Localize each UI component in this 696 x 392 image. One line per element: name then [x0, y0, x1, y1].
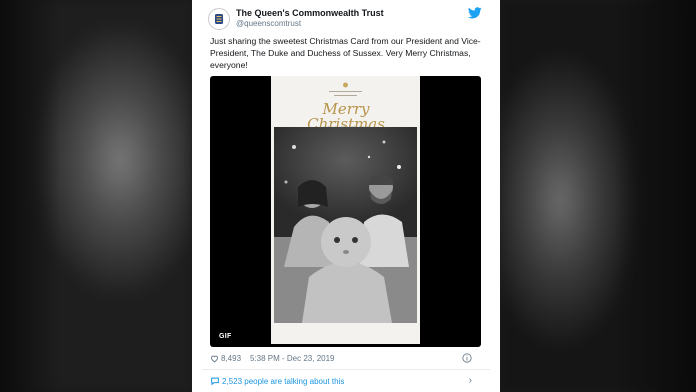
background-vignette-left: [0, 0, 60, 392]
divider: [202, 369, 490, 370]
background-vignette-right: [616, 0, 696, 392]
crest-logo-icon: [215, 14, 223, 24]
account-avatar[interactable]: [208, 8, 230, 30]
christmas-card-image: Merry Christmas AND A HAPPY NEW YEAR: [271, 76, 420, 344]
info-icon[interactable]: [462, 353, 472, 365]
family-photo: [274, 127, 417, 323]
conversation-link[interactable]: 2,523 people are talking about this ›: [210, 375, 482, 387]
twitter-bird-icon[interactable]: [468, 7, 482, 19]
chevron-right-icon: ›: [468, 375, 472, 386]
tweet-meta-row: 8,493 5:38 PM - Dec 23, 2019: [210, 353, 482, 365]
heart-icon[interactable]: [210, 354, 219, 365]
tweet-text: Just sharing the sweetest Christmas Card…: [210, 36, 481, 71]
reply-bubble-icon: [210, 376, 220, 388]
tweet-media-gif[interactable]: Merry Christmas AND A HAPPY NEW YEAR: [210, 76, 481, 347]
account-name[interactable]: The Queen's Commonwealth Trust: [236, 8, 384, 18]
tweet-card: The Queen's Commonwealth Trust @queensco…: [192, 0, 500, 392]
conversation-text: 2,523 people are talking about this: [222, 377, 345, 386]
account-handle[interactable]: @queenscomtrust: [236, 19, 301, 28]
gif-badge: GIF: [215, 331, 236, 342]
family-photo-illustration: [274, 127, 417, 323]
like-count[interactable]: 8,493: [221, 354, 241, 363]
tweet-timestamp[interactable]: 5:38 PM - Dec 23, 2019: [250, 354, 335, 363]
